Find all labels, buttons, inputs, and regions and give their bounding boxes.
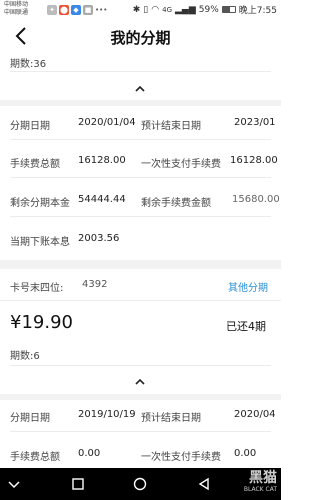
recents-icon[interactable] bbox=[70, 476, 86, 492]
more-icon: ••• bbox=[95, 4, 108, 15]
home-icon[interactable] bbox=[132, 476, 148, 492]
divider bbox=[10, 365, 271, 366]
section-gap bbox=[0, 260, 281, 269]
carrier-info: 中国移动 中国联通 bbox=[4, 1, 28, 16]
plan2-fee-total-value: 0.00 bbox=[78, 448, 101, 459]
current-principal-label: 当期下账本息 bbox=[10, 237, 70, 248]
plan2-one-time-fee-value: 0.00 bbox=[234, 448, 257, 459]
watermark-text: 黑猫 bbox=[249, 470, 277, 486]
plan2-fee-total-label: 手续费总额 bbox=[10, 452, 60, 463]
other-plans-link[interactable]: 其他分期 bbox=[228, 279, 268, 294]
section-gap bbox=[0, 394, 281, 400]
fee-total-value: 16128.00 bbox=[78, 155, 126, 166]
plan2-amount: ¥19.90 bbox=[10, 312, 73, 333]
status-bar: 中国移动 中国联通 ✦ ⬤ ◆ ■ ••• ✱ ▯ ◠ 4G ▂▄▆ 59% 晚… bbox=[0, 0, 281, 19]
chevron-up-icon[interactable] bbox=[130, 375, 150, 387]
remaining-fee-value: 15680.00 bbox=[232, 194, 280, 205]
watermark-logo: 黑猫 BLACK CAT bbox=[229, 470, 277, 498]
back-triangle-icon[interactable] bbox=[196, 476, 212, 492]
divider bbox=[10, 177, 271, 178]
start-date-value: 2020/01/04 bbox=[78, 117, 136, 128]
end-date-label: 预计结束日期 bbox=[141, 121, 201, 132]
current-principal-value: 2003.56 bbox=[78, 233, 120, 244]
app-icon: ◆ bbox=[71, 4, 81, 15]
start-date-label: 分期日期 bbox=[10, 121, 50, 132]
plan2-start-date-value: 2019/10/19 bbox=[78, 409, 136, 420]
carrier-2: 中国联通 bbox=[4, 8, 29, 16]
nfc-icon: ✱ bbox=[132, 4, 141, 15]
plan2-periods: 期数:6 bbox=[10, 351, 40, 362]
remaining-fee-label: 剩余手续费金额 bbox=[141, 198, 211, 209]
plan1-periods: 期数:36 bbox=[10, 59, 47, 70]
nav-bar: 我的分期 bbox=[0, 19, 281, 53]
card-label: 卡号末四位: bbox=[10, 283, 64, 294]
divider bbox=[10, 431, 271, 432]
notification-icons: ✦ ⬤ ◆ ■ ••• bbox=[47, 4, 108, 15]
network-type: 4G bbox=[162, 5, 172, 14]
plan2-start-date-label: 分期日期 bbox=[10, 413, 50, 424]
page-title: 我的分期 bbox=[110, 29, 171, 47]
wifi-icon: ◠ bbox=[151, 4, 160, 15]
end-date-value: 2023/01 bbox=[234, 117, 276, 128]
divider bbox=[10, 216, 271, 217]
section-gap bbox=[0, 100, 281, 106]
plan2-end-date-value: 2020/04 bbox=[234, 409, 276, 420]
clock: 晚上7:55 bbox=[238, 6, 277, 16]
watermark-sub: BLACK CAT bbox=[243, 486, 277, 493]
divider bbox=[10, 71, 271, 72]
remaining-principal-value: 54444.44 bbox=[78, 194, 126, 205]
battery-icon bbox=[221, 6, 236, 13]
divider bbox=[10, 139, 271, 140]
divider bbox=[0, 300, 281, 301]
one-time-fee-value: 16128.00 bbox=[230, 155, 278, 166]
bell-icon: ✦ bbox=[47, 4, 57, 15]
chevron-up-icon[interactable] bbox=[130, 82, 150, 94]
remaining-principal-label: 剩余分期本金 bbox=[10, 198, 70, 209]
vibrate-icon: ▯ bbox=[143, 4, 149, 15]
signal-icon: ▂▄▆ bbox=[175, 4, 196, 15]
card-last4: 4392 bbox=[82, 279, 108, 290]
battery-text: 59% bbox=[198, 4, 219, 15]
carrier-1: 中国移动 bbox=[4, 1, 29, 8]
status-right: ✱ ▯ ◠ 4G ▂▄▆ 59% 晚上7:55 bbox=[132, 3, 277, 17]
fee-total-label: 手续费总额 bbox=[10, 159, 60, 170]
plan2-one-time-fee-label: 一次性支付手续费 bbox=[141, 452, 221, 463]
plan2-status: 已还4期 bbox=[226, 320, 266, 333]
one-time-fee-label: 一次性支付手续费 bbox=[141, 159, 221, 170]
plan2-end-date-label: 预计结束日期 bbox=[141, 413, 201, 424]
app-icon: ⬤ bbox=[59, 4, 69, 15]
app-icon: ■ bbox=[83, 4, 93, 15]
chevron-down-icon[interactable] bbox=[6, 476, 22, 492]
